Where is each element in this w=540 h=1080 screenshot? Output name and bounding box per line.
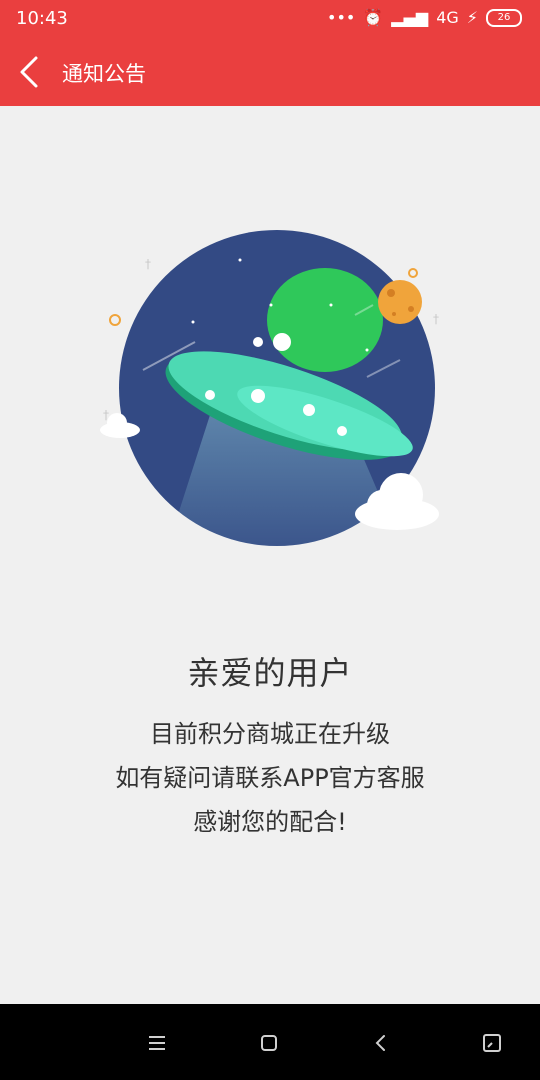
- alarm-off-icon: ⏰: [363, 8, 384, 27]
- ufo-space-illustration: † † †: [95, 225, 445, 555]
- back-icon[interactable]: [370, 1032, 392, 1054]
- home-icon[interactable]: [258, 1032, 280, 1054]
- menu-icon[interactable]: [146, 1032, 168, 1054]
- message-line-1: 目前积分商城正在升级: [150, 720, 390, 748]
- battery-percent: 26: [497, 11, 511, 23]
- back-button[interactable]: [12, 52, 52, 92]
- svg-text:†: †: [103, 408, 109, 422]
- page-title: 通知公告: [62, 62, 146, 86]
- battery-indicator: 26: [486, 8, 522, 27]
- charging-icon: ⚡: [466, 8, 478, 27]
- more-dots-icon: •••: [327, 8, 356, 27]
- message-line-3: 感谢您的配合!: [193, 808, 347, 836]
- svg-text:†: †: [145, 257, 151, 271]
- svg-text:†: †: [433, 312, 439, 326]
- status-icons: ••• ⏰ ▂▄▆ 4G ⚡ 26: [327, 8, 522, 27]
- signal-bars-icon: ▂▄▆: [391, 8, 429, 27]
- message-title: 亲爱的用户: [187, 654, 353, 692]
- status-time: 10:43: [16, 8, 68, 29]
- back-arrow-icon: [20, 56, 38, 88]
- system-navigation-bar: [0, 1004, 540, 1080]
- upgrade-message: 亲爱的用户 目前积分商城正在升级 如有疑问请联系APP官方客服 感谢您的配合!: [0, 648, 540, 844]
- network-label: 4G: [436, 8, 459, 27]
- recent-apps-icon[interactable]: [481, 1032, 503, 1054]
- header: 通知公告: [0, 38, 540, 106]
- message-line-2: 如有疑问请联系APP官方客服: [115, 764, 425, 792]
- status-bar: 10:43 ••• ⏰ ▂▄▆ 4G ⚡ 26: [0, 0, 540, 38]
